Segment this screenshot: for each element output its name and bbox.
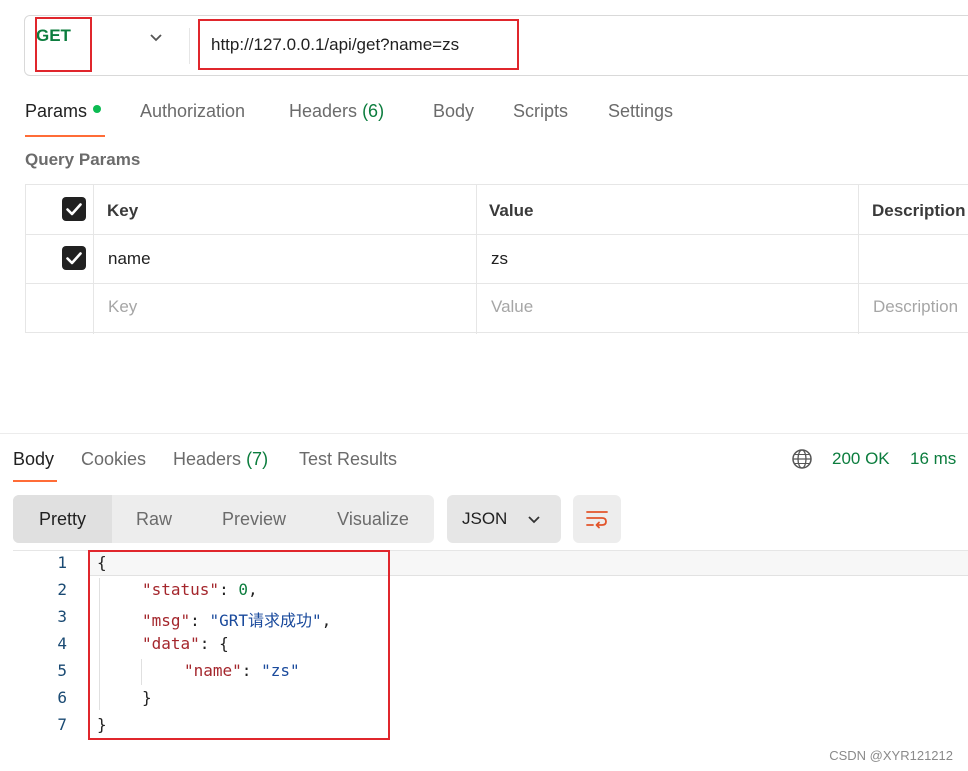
wrap-lines-button[interactable] [573,495,621,543]
wrap-lines-icon [586,511,608,529]
response-tab-cookies[interactable]: Cookies [81,449,146,470]
view-mode-visualize[interactable]: Visualize [312,495,434,543]
query-params-title: Query Params [25,150,141,169]
response-time[interactable]: 16 ms [910,449,956,469]
chevron-down-icon [528,516,540,524]
format-select[interactable]: JSON [447,495,561,543]
status-code[interactable]: 200 OK [832,449,890,469]
url-highlight-box [198,19,519,70]
response-highlight-box [88,550,390,740]
tab-params[interactable]: Params [25,101,102,122]
view-mode-preview[interactable]: Preview [196,495,312,543]
status-dot-icon [93,105,102,114]
tab-params-label: Params [25,101,88,121]
tab-headers[interactable]: Headers (6) [289,101,384,122]
param-value-cell[interactable]: zs [491,249,508,269]
response-tab-headers-label: Headers [173,449,242,469]
new-description-input[interactable]: Description [873,297,958,317]
column-divider [476,185,477,334]
response-tab-test-results[interactable]: Test Results [299,449,397,470]
divider [189,28,190,64]
response-divider [0,433,968,434]
view-mode-raw[interactable]: Raw [112,495,196,543]
active-response-tab-indicator [13,480,57,482]
tab-authorization[interactable]: Authorization [140,101,245,122]
line-number: 2 [57,580,67,599]
tab-settings[interactable]: Settings [608,101,673,122]
checkbox-checked-icon [66,203,82,216]
column-header-description: Description [872,201,966,220]
response-tab-headers[interactable]: Headers (7) [173,449,268,470]
new-key-input[interactable]: Key [108,297,137,317]
format-label: JSON [462,509,508,528]
query-params-table: Key Value Description name zs Key Value … [25,184,968,334]
headers-count: (6) [362,101,385,121]
watermark: CSDN @XYR121212 [829,748,953,763]
line-number: 3 [57,607,67,626]
param-checkbox[interactable] [62,246,86,270]
view-mode-pretty[interactable]: Pretty [13,495,112,543]
select-all-checkbox[interactable] [62,197,86,221]
line-number: 1 [57,553,67,572]
line-number: 4 [57,634,67,653]
column-header-key: Key [107,201,139,220]
tab-scripts[interactable]: Scripts [513,101,568,122]
row-divider [26,283,968,284]
tab-headers-label: Headers [289,101,358,121]
response-tab-body[interactable]: Body [13,449,54,470]
row-divider [26,234,968,235]
column-divider [858,185,859,334]
line-number: 7 [57,715,67,734]
tab-body[interactable]: Body [433,101,474,122]
response-headers-count: (7) [246,449,269,469]
line-number: 5 [57,661,67,680]
new-value-input[interactable]: Value [491,297,533,317]
globe-icon[interactable] [791,448,813,470]
column-divider [93,185,94,334]
method-highlight-box [35,17,92,72]
view-mode-selector: Pretty Raw Preview Visualize [13,495,434,543]
column-header-value: Value [489,201,534,220]
chevron-down-icon[interactable] [148,29,164,45]
active-tab-indicator [25,135,105,137]
param-key-cell[interactable]: name [108,249,151,269]
checkbox-checked-icon [66,252,82,265]
line-number: 6 [57,688,67,707]
